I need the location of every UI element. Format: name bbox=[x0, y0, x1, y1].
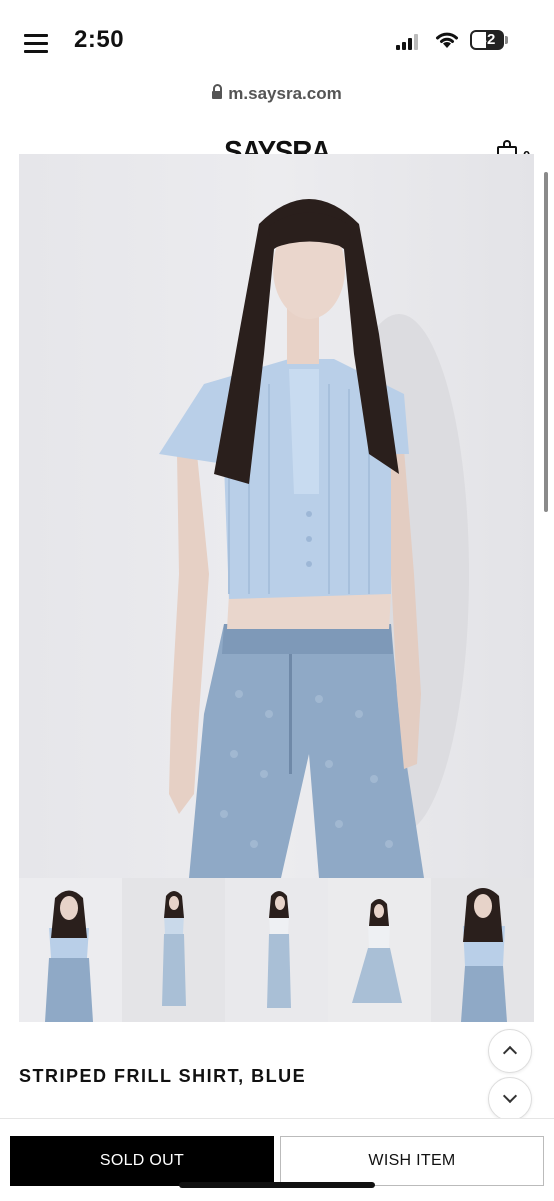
address-bar[interactable]: m.saysra.com bbox=[0, 84, 554, 106]
thumbnail[interactable] bbox=[328, 878, 431, 1022]
thumbnail[interactable] bbox=[122, 878, 225, 1022]
status-bar: 2:50 42 bbox=[0, 0, 554, 84]
thumbnail[interactable] bbox=[431, 878, 534, 1022]
product-title: STRIPED FRILL SHIRT, BLUE bbox=[19, 1066, 307, 1086]
lock-icon bbox=[212, 84, 223, 99]
thumbnail-image bbox=[352, 899, 402, 1003]
battery-tip bbox=[505, 36, 508, 44]
battery-level: 42 bbox=[478, 31, 496, 48]
thumbnail-image bbox=[162, 891, 186, 1006]
hamburger-menu-icon[interactable] bbox=[24, 34, 48, 54]
cellular-signal-icon bbox=[396, 34, 422, 50]
scroll-down-button[interactable] bbox=[488, 1077, 532, 1121]
home-indicator[interactable] bbox=[179, 1182, 375, 1188]
url-text: m.saysra.com bbox=[228, 84, 342, 103]
wish-item-button[interactable]: WISH ITEM bbox=[280, 1136, 544, 1186]
status-time: 2:50 bbox=[74, 26, 125, 53]
battery-icon: 42 bbox=[470, 30, 504, 50]
sold-out-button[interactable]: SOLD OUT bbox=[10, 1136, 274, 1186]
thumbnail-strip bbox=[19, 878, 534, 1022]
product-main-image[interactable] bbox=[19, 154, 534, 878]
wifi-icon bbox=[436, 32, 458, 48]
thumbnail[interactable] bbox=[19, 878, 122, 1022]
scrollbar[interactable] bbox=[544, 172, 548, 512]
thumbnail-image bbox=[461, 888, 507, 1022]
scroll-up-button[interactable] bbox=[488, 1029, 532, 1073]
model-illustration bbox=[159, 199, 469, 878]
thumbnail-image bbox=[267, 891, 291, 1008]
thumbnail[interactable] bbox=[225, 878, 328, 1022]
thumbnail-image bbox=[45, 890, 93, 1022]
